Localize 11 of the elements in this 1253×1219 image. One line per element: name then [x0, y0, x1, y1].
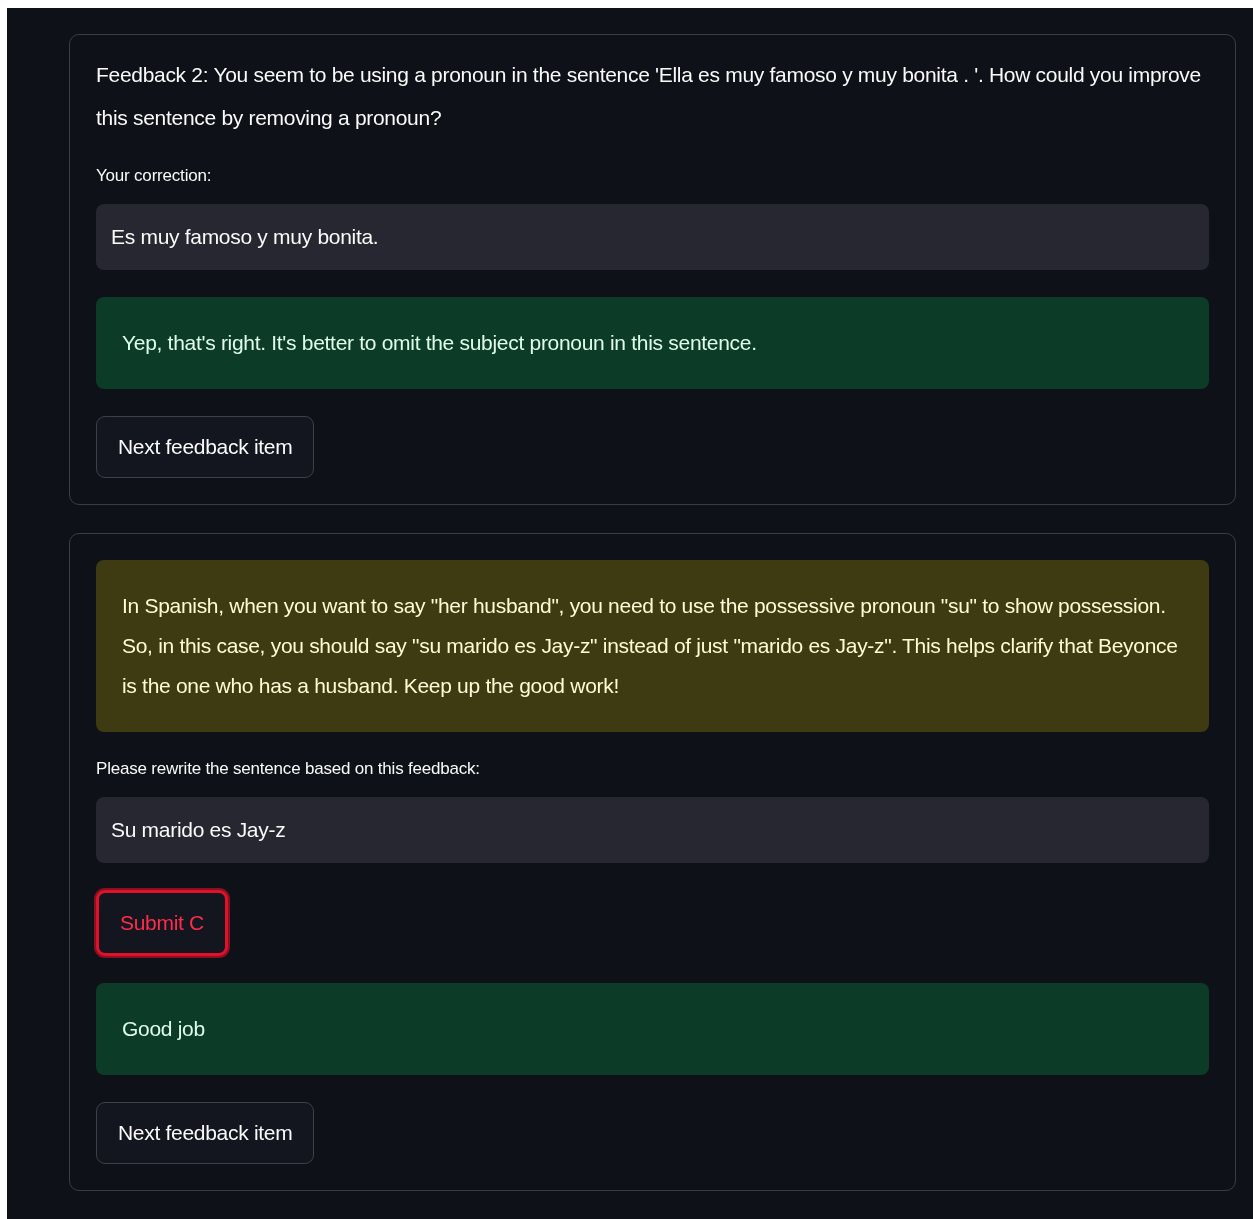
success-message: Good job — [96, 983, 1209, 1075]
feedback-question: Feedback 2: You seem to be using a pronoun in the sentence 'Ella es muy famoso y muy bonita . '. How could you improve this sentence by removing a pronoun? — [96, 62, 1202, 131]
next-button[interactable]: Next feedback item — [96, 1102, 315, 1164]
field-label: Please rewrite the sentence based on this feedback: — [96, 759, 481, 779]
warning-message: In Spanish, when you want to say "her husband", you need to use the possessive pronoun "su" to show possession. So, in this case, you should say "su marido es Jay-z" instead of just "marido es Jay-z". This helps clarify that Beyonce is the one who has a husband. Keep up the good work! — [96, 560, 1209, 732]
input-field[interactable]: Su marido es Jay-z — [96, 797, 1209, 863]
next-button[interactable]: Next feedback item — [96, 416, 315, 478]
submit-button[interactable]: Submit C — [96, 890, 228, 956]
input-field[interactable]: Es muy famoso y muy bonita. — [96, 204, 1209, 270]
field-label: Your correction: — [96, 166, 213, 186]
success-message: Yep, that's right. It's better to omit the subject pronoun in this sentence. — [96, 297, 1209, 389]
